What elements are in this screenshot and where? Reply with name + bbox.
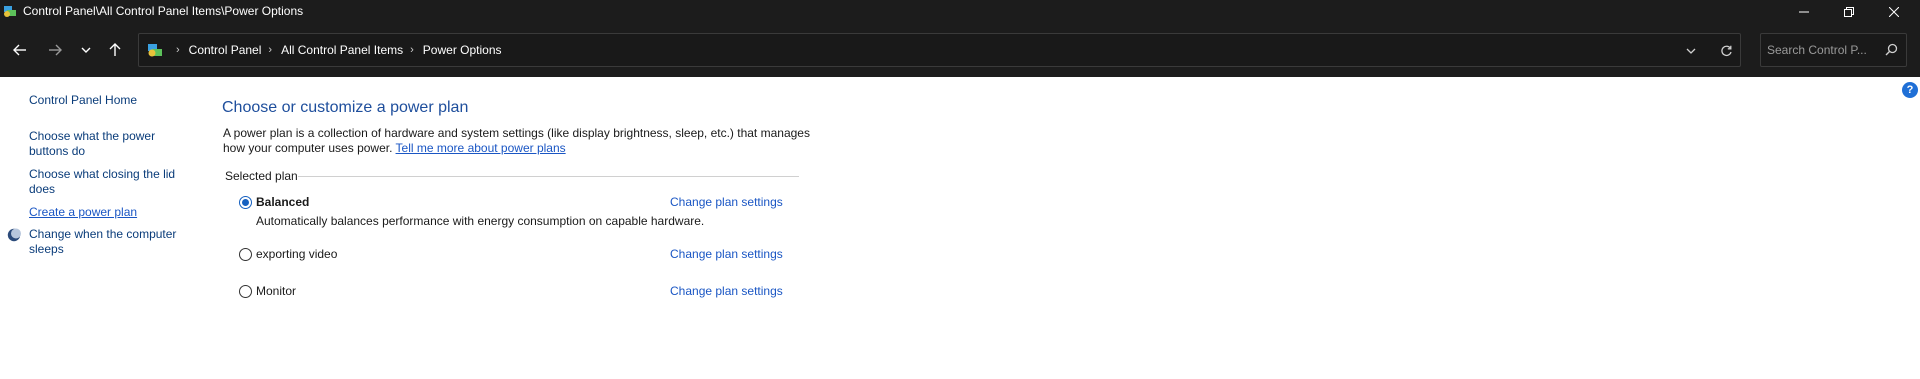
group-divider <box>298 176 799 177</box>
selected-plan-label: Selected plan <box>225 169 298 183</box>
computer-sleeps-link[interactable]: Change when the computer sleeps <box>29 227 179 257</box>
plan-name[interactable]: exporting video <box>256 247 337 261</box>
moon-icon <box>7 228 21 242</box>
arrow-right-icon <box>49 44 62 56</box>
page-title: Choose or customize a power plan <box>222 99 469 116</box>
search-icon[interactable] <box>1885 43 1898 56</box>
plan-name[interactable]: Balanced <box>256 195 309 209</box>
up-button[interactable] <box>102 37 128 63</box>
recent-locations-button[interactable] <box>73 37 99 63</box>
minimize-icon <box>1798 11 1809 12</box>
chevron-right-icon[interactable]: › <box>268 44 272 56</box>
title-bar: Control Panel\All Control Panel Items\Po… <box>0 0 1920 23</box>
control-panel-home-link[interactable]: Control Panel Home <box>29 93 137 108</box>
navigation-bar: › Control Panel › All Control Panel Item… <box>0 23 1920 77</box>
arrow-up-icon <box>109 43 121 56</box>
chevron-down-icon <box>81 47 91 53</box>
page-description: A power plan is a collection of hardware… <box>223 126 823 156</box>
search-input[interactable] <box>1767 42 1879 58</box>
change-plan-settings-link[interactable]: Change plan settings <box>670 284 783 298</box>
power-buttons-link[interactable]: Choose what the power buttons do <box>29 129 179 159</box>
back-button[interactable] <box>7 37 33 63</box>
restore-button[interactable] <box>1826 0 1871 23</box>
chevron-down-icon <box>1686 48 1696 54</box>
close-button[interactable] <box>1871 0 1916 23</box>
arrow-left-icon <box>13 44 26 56</box>
help-icon[interactable]: ? <box>1902 82 1918 98</box>
create-power-plan-link[interactable]: Create a power plan <box>29 205 137 220</box>
plan-name[interactable]: Monitor <box>256 284 296 298</box>
window-title: Control Panel\All Control Panel Items\Po… <box>23 4 304 18</box>
plan-radio-exporting-video[interactable] <box>239 248 252 261</box>
learn-more-link[interactable]: Tell me more about power plans <box>396 141 566 155</box>
plan-radio-balanced[interactable] <box>239 196 252 209</box>
breadcrumb-power-options[interactable]: Power Options <box>423 43 502 57</box>
refresh-icon <box>1720 45 1732 56</box>
refresh-button[interactable] <box>1716 41 1736 61</box>
change-plan-settings-link[interactable]: Change plan settings <box>670 247 783 261</box>
chevron-right-icon[interactable]: › <box>176 44 180 56</box>
address-bar[interactable]: › Control Panel › All Control Panel Item… <box>138 33 1741 67</box>
control-panel-icon <box>148 44 162 57</box>
control-panel-icon <box>4 6 16 17</box>
breadcrumb: › Control Panel › All Control Panel Item… <box>169 34 502 66</box>
chevron-right-icon[interactable]: › <box>410 44 414 56</box>
breadcrumb-all-items[interactable]: All Control Panel Items <box>281 43 403 57</box>
restore-icon <box>1843 6 1854 17</box>
forward-button[interactable] <box>42 37 68 63</box>
plan-radio-monitor[interactable] <box>239 285 252 298</box>
change-plan-settings-link[interactable]: Change plan settings <box>670 195 783 209</box>
plan-description: Automatically balances performance with … <box>256 214 705 228</box>
closing-lid-link[interactable]: Choose what closing the lid does <box>29 167 179 197</box>
search-box[interactable] <box>1760 33 1907 67</box>
minimize-button[interactable] <box>1781 0 1826 23</box>
breadcrumb-control-panel[interactable]: Control Panel <box>189 43 262 57</box>
close-icon <box>1888 6 1899 17</box>
address-history-button[interactable] <box>1681 41 1701 61</box>
